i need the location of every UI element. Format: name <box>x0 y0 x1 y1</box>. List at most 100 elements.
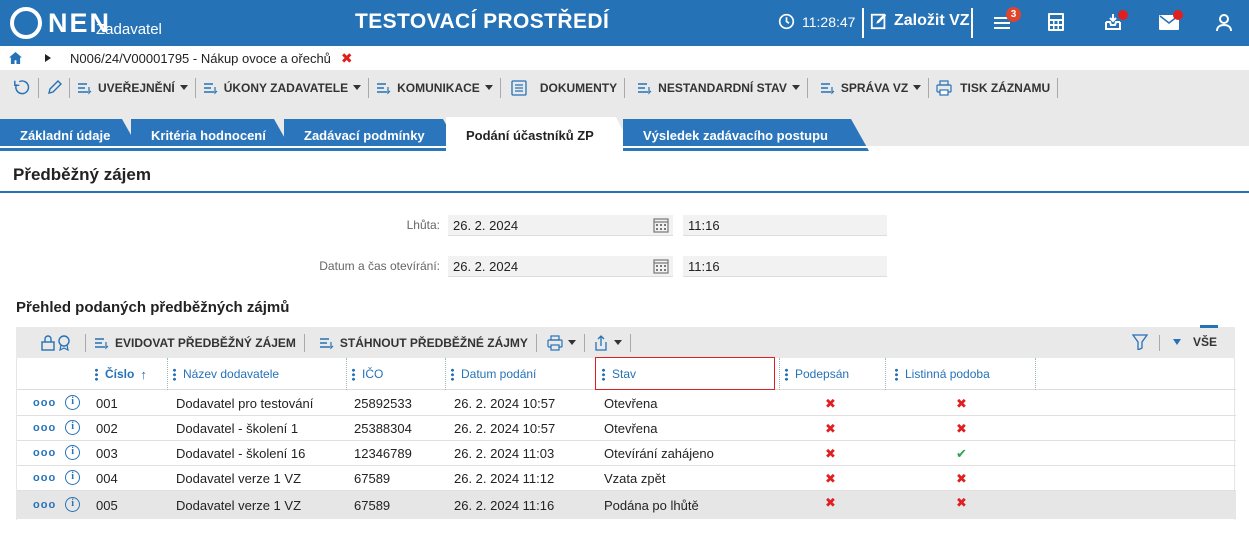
menu-ukony-label: ÚKONY ZADAVATELE <box>223 80 349 95</box>
more-actions-icon[interactable]: ooo <box>33 447 56 459</box>
more-actions-icon[interactable]: ooo <box>33 499 56 511</box>
refresh-button[interactable] <box>0 70 38 105</box>
drag-handle-icon[interactable] <box>173 367 176 381</box>
cell-datum: 26. 2. 2024 11:12 <box>454 471 555 486</box>
view-all-dropdown[interactable]: VŠE <box>1173 335 1217 349</box>
table-row[interactable]: ooo i 004 Dodavatel verze 1 VZ 67589 26. … <box>17 466 1236 491</box>
deadline-time-value: 11:16 <box>688 217 720 233</box>
evidovat-button[interactable]: EVIDOVAT PŘEDBĚŽNÝ ZÁJEM <box>94 336 296 350</box>
home-icon[interactable] <box>9 52 22 64</box>
tab-label: Základní údaje <box>20 127 111 143</box>
tab-label: Podání účastníků ZP <box>466 127 594 143</box>
environment-title: TESTOVACÍ PROSTŘEDÍ <box>355 10 610 33</box>
more-actions-icon[interactable]: ooo <box>33 397 56 409</box>
column-header-nazev[interactable]: Název dodavatele <box>173 358 279 390</box>
cell-ico: 12346789 <box>354 446 412 461</box>
chevron-right-icon <box>45 54 51 62</box>
no-paper-form-icon: ✖ <box>956 395 967 411</box>
drag-handle-icon[interactable] <box>95 367 98 381</box>
cell-cislo: 001 <box>96 396 118 411</box>
menu-nestandardni-stav[interactable]: NESTANDARDNÍ STAV <box>625 70 807 105</box>
drag-handle-icon[interactable] <box>895 367 898 381</box>
more-actions-icon[interactable]: ooo <box>33 422 56 434</box>
pencil-icon <box>48 79 62 94</box>
table-row[interactable]: ooo i 003 Dodavatel - školení 16 12346789… <box>17 441 1236 466</box>
more-actions-icon[interactable]: ooo <box>33 472 56 484</box>
menu-komunikace[interactable]: KOMUNIKACE <box>369 70 500 105</box>
section-title: Předběžný zájem <box>13 165 151 184</box>
not-signed-icon: ✖ <box>825 395 836 411</box>
action-menu-bar: UVEŘEJNĚNÍ ÚKONY ZADAVATELE KOMUNIKACE D… <box>0 70 1249 105</box>
info-icon[interactable]: i <box>65 470 81 485</box>
tasks-count-badge: 3 <box>1006 7 1021 22</box>
cell-ico: 67589 <box>354 471 391 486</box>
column-header-podepsan[interactable]: Podepsán <box>785 358 849 390</box>
info-icon[interactable]: i <box>65 395 81 410</box>
cell-stav: Vzata zpět <box>604 471 666 486</box>
close-contract-icon[interactable]: ✖ <box>341 50 353 67</box>
user-button[interactable] <box>1216 14 1232 32</box>
menu-uverejneni[interactable]: UVEŘEJNĚNÍ <box>70 70 195 105</box>
list-icon <box>319 337 334 349</box>
chevron-down-icon <box>613 340 622 345</box>
column-header-listinna[interactable]: Listinná podoba <box>895 358 990 390</box>
drag-handle-icon[interactable] <box>352 367 355 381</box>
not-signed-icon: ✖ <box>825 470 836 486</box>
calculator-button[interactable] <box>1047 12 1065 32</box>
calendar-icon[interactable] <box>653 258 669 274</box>
not-signed-icon: ✖ <box>825 420 836 436</box>
column-header-cislo[interactable]: Číslo ↑ <box>95 358 147 390</box>
view-all-label: VŠE <box>1193 335 1218 349</box>
list-icon <box>820 82 835 94</box>
column-label: Listinná podoba <box>905 367 990 381</box>
edit-button[interactable] <box>39 70 69 105</box>
info-icon[interactable]: i <box>65 420 81 435</box>
menu-dokumenty[interactable]: DOKUMENTY <box>501 70 624 105</box>
drag-handle-icon[interactable] <box>785 367 788 381</box>
info-icon[interactable]: i <box>65 445 81 460</box>
inbox-notification-dot <box>1118 10 1128 20</box>
edit-icon <box>870 13 887 30</box>
opening-date-field[interactable]: 26. 2. 2024 <box>448 256 673 277</box>
drag-handle-icon[interactable] <box>451 367 454 381</box>
stahnout-button[interactable]: STÁHNOUT PŘEDBĚŽNÉ ZÁJMY <box>319 336 528 350</box>
cell-stav: Otevřena <box>604 396 658 411</box>
toolbar-divider <box>535 333 537 352</box>
sort-ascending-icon[interactable]: ↑ <box>140 367 147 382</box>
export-dropdown[interactable] <box>593 334 622 351</box>
breadcrumb-contract[interactable]: N006/24/V00001795 - Nákup ovoce a ořechů <box>70 51 331 66</box>
cell-nazev: Dodavatel - školení 1 <box>176 421 299 436</box>
award-icon[interactable] <box>57 334 71 351</box>
calendar-icon[interactable] <box>653 217 669 233</box>
column-separator <box>167 358 168 390</box>
cell-ico: 25892533 <box>354 396 412 411</box>
create-contract-button[interactable]: Založit VZ <box>870 12 970 30</box>
opening-label: Datum a čas otevírání: <box>319 259 440 273</box>
column-label: Číslo <box>105 367 135 381</box>
table-row-selected[interactable]: ooo i 005 Dodavatel verze 1 VZ 67589 26. … <box>17 491 1236 519</box>
lock-icon[interactable] <box>41 334 55 351</box>
deadline-time-field[interactable]: 11:16 <box>683 215 887 236</box>
deadline-date-field[interactable]: 26. 2. 2024 <box>448 215 673 236</box>
table-row[interactable]: ooo i 001 Dodavatel pro testování 2589253… <box>17 391 1236 416</box>
menu-tisk-label: TISK ZÁZNAMU <box>960 80 1051 95</box>
menu-tisk-zaznamu[interactable]: TISK ZÁZNAMU <box>929 70 1057 105</box>
column-header-datum[interactable]: Datum podání <box>451 358 536 390</box>
session-clock: 11:28:47 <box>778 13 855 30</box>
info-icon[interactable]: i <box>65 497 81 512</box>
cell-datum: 26. 2. 2024 11:16 <box>454 497 555 513</box>
opening-time-field[interactable]: 11:16 <box>683 256 887 277</box>
column-separator <box>346 358 347 390</box>
cell-stav: Podána po lhůtě <box>604 497 699 513</box>
table-row[interactable]: ooo i 002 Dodavatel - školení 1 25388304 … <box>17 416 1236 441</box>
refresh-icon <box>14 79 30 94</box>
column-separator <box>445 358 446 390</box>
column-header-ico[interactable]: IČO <box>352 358 383 390</box>
filter-button[interactable] <box>1132 334 1148 350</box>
not-signed-icon: ✖ <box>825 495 836 510</box>
menu-sprava-vz[interactable]: SPRÁVA VZ <box>808 70 928 105</box>
cell-datum: 26. 2. 2024 10:57 <box>454 396 556 411</box>
cell-nazev: Dodavatel pro testování <box>176 396 314 411</box>
print-dropdown[interactable] <box>547 334 576 351</box>
menu-ukony-zadavatele[interactable]: ÚKONY ZADAVATELE <box>196 70 368 105</box>
